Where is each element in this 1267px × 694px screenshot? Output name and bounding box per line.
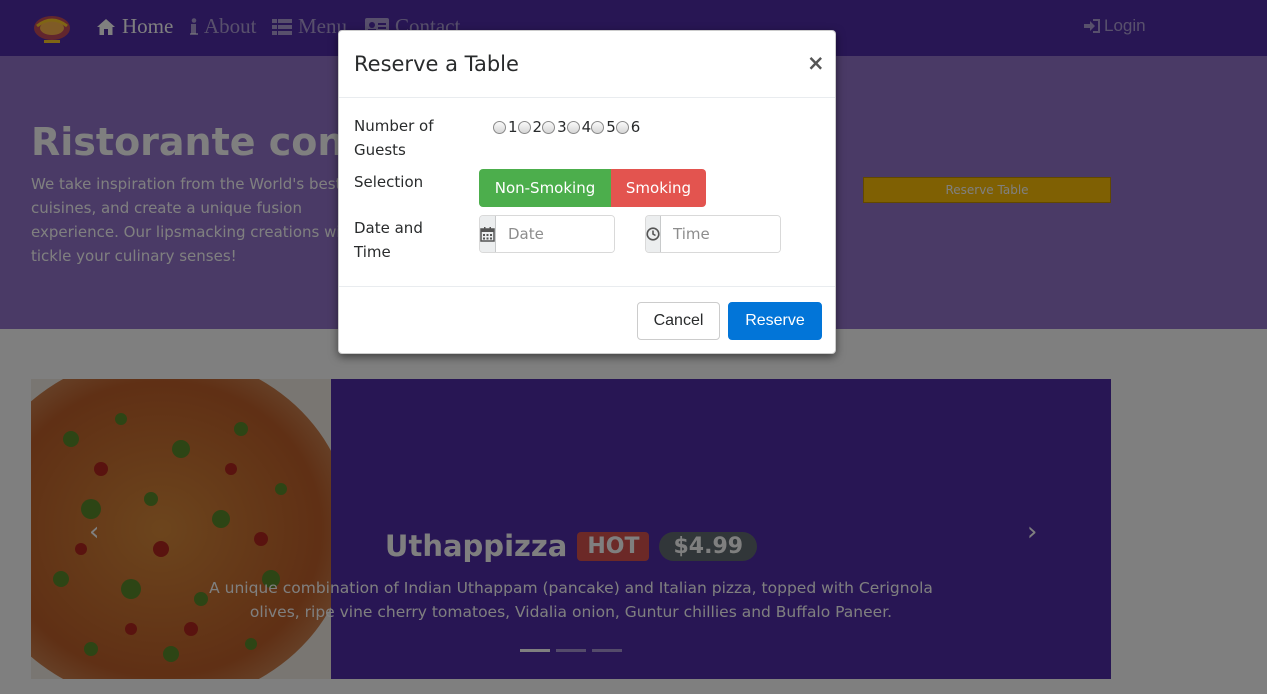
guest-option-label: 1 bbox=[508, 118, 518, 136]
radio-button[interactable] bbox=[517, 120, 531, 134]
selection-label: Selection bbox=[354, 173, 424, 191]
guest-option-label: 6 bbox=[630, 118, 641, 136]
date-input[interactable] bbox=[496, 216, 614, 252]
modal-body: Number of Guests 1 2 3 4 5 6 Selection N… bbox=[339, 98, 835, 286]
reserve-button[interactable]: Reserve bbox=[728, 302, 822, 340]
date-input-group bbox=[479, 215, 615, 253]
guest-radio-4[interactable]: 4 bbox=[566, 118, 592, 136]
radio-button[interactable] bbox=[615, 120, 629, 134]
guests-radio-group: 1 2 3 4 5 6 bbox=[493, 118, 640, 136]
guest-option-label: 4 bbox=[581, 118, 592, 136]
non-smoking-button[interactable]: Non-Smoking bbox=[479, 169, 611, 207]
time-input-group bbox=[645, 215, 781, 253]
clock-icon bbox=[646, 216, 661, 252]
reserve-table-modal: Reserve a Table × Number of Guests 1 2 3… bbox=[338, 30, 836, 354]
datetime-label: Date and Time bbox=[354, 219, 423, 261]
close-icon[interactable]: × bbox=[807, 51, 825, 75]
guest-option-label: 2 bbox=[532, 118, 543, 136]
guest-option-label: 5 bbox=[606, 118, 616, 136]
guest-radio-6[interactable]: 6 bbox=[615, 118, 641, 136]
modal-header: Reserve a Table × bbox=[339, 31, 835, 98]
smoking-button[interactable]: Smoking bbox=[611, 169, 706, 207]
guest-radio-1[interactable]: 1 bbox=[493, 118, 518, 136]
time-input[interactable] bbox=[661, 216, 780, 252]
radio-button[interactable] bbox=[542, 120, 556, 134]
calendar-icon bbox=[480, 216, 496, 252]
radio-button[interactable] bbox=[566, 120, 580, 134]
guest-radio-5[interactable]: 5 bbox=[591, 118, 616, 136]
radio-button[interactable] bbox=[493, 120, 506, 134]
guest-option-label: 3 bbox=[557, 118, 567, 136]
guest-radio-3[interactable]: 3 bbox=[542, 118, 567, 136]
smoking-selection-group: Non-Smoking Smoking bbox=[479, 169, 706, 207]
cancel-button[interactable]: Cancel bbox=[637, 302, 720, 340]
radio-button[interactable] bbox=[591, 120, 605, 134]
guests-label: Number of Guests bbox=[354, 117, 434, 159]
modal-title: Reserve a Table bbox=[354, 52, 519, 76]
modal-footer: Cancel Reserve bbox=[339, 286, 835, 353]
guest-radio-2[interactable]: 2 bbox=[517, 118, 543, 136]
